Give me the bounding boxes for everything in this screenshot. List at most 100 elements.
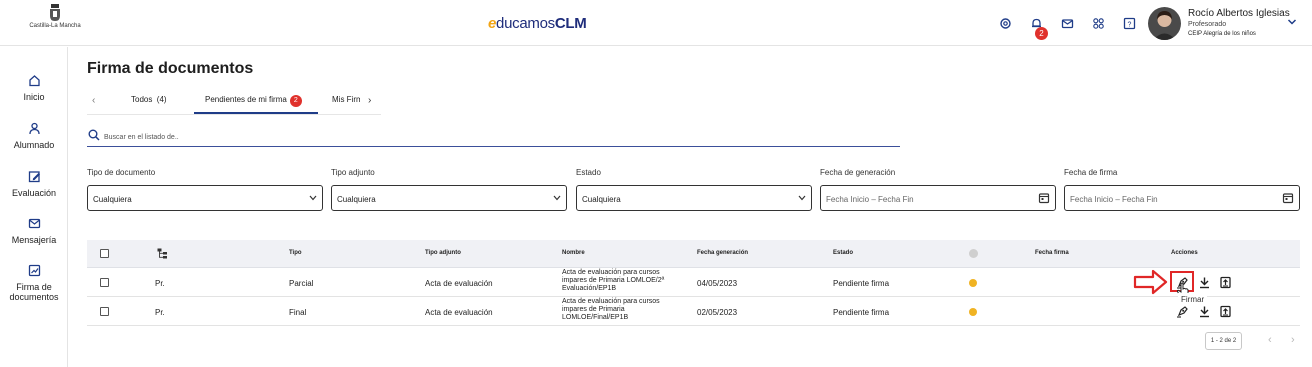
status-dot [969, 308, 977, 316]
bell-icon[interactable]: 2 [1027, 14, 1048, 40]
sidebar-item-label: Alumnado [13, 140, 55, 150]
row-nombre: Acta de evaluación para cursos impares d… [562, 298, 660, 321]
user-role: Profesorado [1188, 21, 1227, 28]
sidebar-item-label: Evaluación [11, 188, 57, 198]
column-header-tipo-adjunto[interactable]: Tipo adjunto [425, 250, 461, 256]
tipo-documento-select[interactable]: Cualquiera [87, 185, 323, 211]
tabs-scroll-left-icon[interactable]: ‹ [92, 95, 95, 106]
svg-text:?: ? [1127, 21, 1131, 28]
sidebar-item-label: Firma de [16, 282, 52, 292]
next-page-icon[interactable]: › [1291, 334, 1295, 346]
upload-document-icon[interactable] [1218, 304, 1232, 318]
fecha-firma-range[interactable]: Fecha Inicio – Fecha Fin [1064, 185, 1300, 211]
status-dot [969, 279, 977, 287]
mail-icon[interactable] [1058, 14, 1076, 32]
chevron-down-icon [798, 195, 806, 201]
page-title: Firma de documentos [87, 60, 254, 77]
logo-text: Castilla-La Mancha [29, 23, 81, 29]
row-checkbox[interactable] [100, 307, 109, 316]
chevron-down-icon [553, 195, 561, 201]
calendar-icon[interactable] [1038, 192, 1050, 204]
sign-document-icon [28, 264, 40, 277]
user-avatar[interactable] [1148, 7, 1181, 40]
edit-square-icon [28, 171, 40, 183]
estado-select[interactable]: Cualquiera [576, 185, 812, 211]
sidebar-item-label: Mensajería [11, 235, 57, 245]
tab-bar: ‹ Todos (4) Pendientes de mi firma 2 Mis … [87, 90, 381, 114]
column-header-tipo[interactable]: Tipo [289, 250, 302, 256]
status-color-header-icon [969, 249, 978, 258]
row-estado: Pendiente firma [833, 279, 890, 288]
select-all-checkbox[interactable] [100, 249, 109, 258]
search-bar[interactable]: Buscar en el listado de.. [87, 127, 900, 147]
search-icon [88, 129, 100, 141]
filter-label-estado: Estado [576, 168, 601, 177]
row-tipo: Parcial [289, 279, 314, 288]
sidebar-item-alumnado[interactable]: Alumnado [0, 122, 68, 150]
tab-todos[interactable]: Todos (4) [131, 90, 167, 114]
tabs-divider [87, 114, 381, 115]
fecha-generacion-range[interactable]: Fecha Inicio – Fecha Fin [820, 185, 1056, 211]
help-icon[interactable]: ? [1120, 14, 1138, 32]
filter-label-fecha-firma: Fecha de firma [1064, 168, 1118, 177]
apps-grid-icon[interactable] [1089, 14, 1107, 32]
row-fecha-generacion: 02/05/2023 [697, 308, 738, 317]
row-level: Pr. [155, 308, 165, 317]
sidebar-item-label: documentos [9, 292, 59, 302]
mail-icon [28, 218, 40, 229]
top-bar: Castilla-La Mancha educamosCLM 2 ? Rocío… [0, 0, 1312, 46]
sidebar-item-firma-documentos[interactable]: Firma de documentos [0, 264, 68, 302]
pending-count-badge: 2 [289, 95, 302, 107]
user-name: Rocío Albertos Iglesias [1188, 8, 1290, 19]
hierarchy-icon[interactable] [157, 248, 168, 259]
settings-icon[interactable] [996, 14, 1014, 32]
row-tipo-adjunto: Acta de evaluación [425, 279, 493, 288]
row-tipo: Final [289, 308, 307, 317]
download-icon[interactable] [1197, 304, 1211, 318]
educamos-clm-brand[interactable]: educamosCLM [488, 15, 587, 32]
column-header-fecha-generacion[interactable]: Fecha generación [697, 250, 748, 256]
chevron-down-icon[interactable] [1287, 18, 1297, 26]
header-icons: 2 ? [996, 14, 1138, 40]
tipo-adjunto-select[interactable]: Cualquiera [331, 185, 567, 211]
filter-label-fecha-generacion: Fecha de generación [820, 168, 896, 177]
upload-document-icon[interactable] [1218, 275, 1232, 289]
tab-mis-firmas[interactable]: Mis Firm [332, 90, 360, 114]
table-row[interactable]: Pr. Parcial Acta de evaluación Acta de e… [87, 268, 1300, 297]
sidebar-item-inicio[interactable]: Inicio [0, 74, 68, 102]
table-row[interactable]: Pr. Final Acta de evaluación Acta de eva… [87, 297, 1300, 326]
sign-pen-icon[interactable] [1175, 304, 1189, 318]
column-header-estado[interactable]: Estado [833, 250, 853, 256]
row-tipo-adjunto: Acta de evaluación [425, 308, 493, 317]
sidebar-item-mensajeria[interactable]: Mensajería [0, 217, 68, 245]
row-level: Pr. [155, 279, 165, 288]
row-checkbox[interactable] [100, 278, 109, 287]
jccm-logo[interactable]: Castilla-La Mancha [25, 4, 85, 29]
filter-label-tipo-adjunto: Tipo adjunto [331, 168, 375, 177]
notification-badge: 2 [1035, 27, 1048, 40]
download-icon[interactable] [1197, 275, 1211, 289]
search-input[interactable]: Buscar en el listado de.. [104, 134, 179, 141]
tabs-scroll-right-icon[interactable]: › [368, 95, 371, 106]
row-fecha-generacion: 04/05/2023 [697, 279, 738, 288]
pagination-range: 1 - 2 de 2 [1205, 332, 1242, 350]
filter-label-tipo-documento: Tipo de documento [87, 168, 156, 177]
column-header-fecha-firma[interactable]: Fecha firma [1035, 250, 1069, 256]
calendar-icon[interactable] [1282, 192, 1294, 204]
red-arrow-annotation [1133, 269, 1168, 295]
user-info[interactable]: Rocío Albertos Iglesias Profesorado CEIP… [1188, 8, 1290, 37]
column-header-acciones: Acciones [1171, 250, 1198, 256]
coat-of-arms-icon [50, 4, 60, 21]
tab-pendientes-mi-firma[interactable]: Pendientes de mi firma 2 [194, 90, 318, 114]
sidebar-item-evaluacion[interactable]: Evaluación [0, 170, 68, 198]
chevron-down-icon [309, 195, 317, 201]
user-school: CEIP Alegría de los niños [1188, 31, 1256, 37]
person-icon [28, 122, 40, 135]
row-nombre: Acta de evaluación para cursos impares d… [562, 269, 665, 292]
prev-page-icon[interactable]: ‹ [1268, 334, 1272, 346]
home-icon [28, 75, 40, 87]
sidebar-item-label: Inicio [23, 92, 45, 102]
table-header: Tipo Tipo adjunto Nombre Fecha generació… [87, 240, 1300, 268]
column-header-nombre[interactable]: Nombre [562, 250, 585, 256]
sidebar: Inicio Alumnado Evaluación Mensajería Fi… [0, 47, 68, 367]
